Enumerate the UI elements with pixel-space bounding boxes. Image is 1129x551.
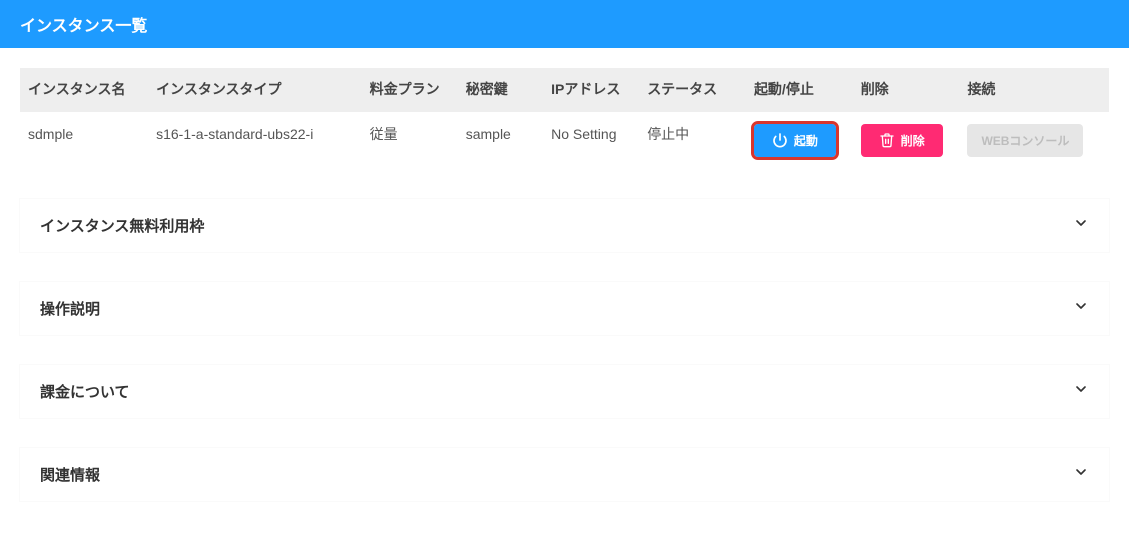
page-title: インスタンス一覧 [20, 18, 147, 35]
col-header-delete: 削除 [853, 68, 960, 112]
cell-plan: 従量 [362, 112, 458, 169]
col-header-plan: 料金プラン [362, 68, 458, 112]
accordion-label: 操作説明 [40, 298, 100, 319]
accordion-label: 課金について [40, 381, 130, 402]
col-header-type: インスタンスタイプ [148, 68, 362, 112]
web-console-button[interactable]: WEBコンソール [967, 124, 1083, 157]
col-header-name: インスタンス名 [20, 68, 148, 112]
accordion-label: 関連情報 [40, 464, 100, 485]
col-header-ip: IPアドレス [543, 68, 639, 112]
accordion-group: インスタンス無料利用枠 操作説明 課金について [20, 199, 1109, 501]
page-header: インスタンス一覧 [0, 0, 1129, 48]
instance-table: インスタンス名 インスタンスタイプ 料金プラン 秘密鍵 IPアドレス ステータス… [20, 68, 1109, 169]
web-console-button-label: WEBコンソール [981, 132, 1069, 149]
cell-status: 停止中 [639, 112, 746, 169]
delete-button-label: 削除 [901, 132, 925, 149]
delete-button[interactable]: 削除 [861, 124, 943, 157]
accordion-label: インスタンス無料利用枠 [40, 215, 204, 236]
accordion-instructions[interactable]: 操作説明 [20, 282, 1109, 335]
chevron-down-icon [1073, 381, 1089, 401]
cell-name: sdmple [20, 112, 148, 169]
cell-type: s16-1-a-standard-ubs22-i [148, 112, 362, 169]
chevron-down-icon [1073, 215, 1089, 235]
table-header-row: インスタンス名 インスタンスタイプ 料金プラン 秘密鍵 IPアドレス ステータス… [20, 68, 1109, 112]
cell-key: sample [458, 112, 543, 169]
table-row: sdmple s16-1-a-standard-ubs22-i 従量 sampl… [20, 112, 1109, 169]
start-button[interactable]: 起動 [754, 124, 836, 157]
power-icon [772, 132, 788, 148]
col-header-startstop: 起動/停止 [746, 68, 853, 112]
chevron-down-icon [1073, 464, 1089, 484]
accordion-free-tier[interactable]: インスタンス無料利用枠 [20, 199, 1109, 252]
trash-icon [879, 132, 895, 148]
accordion-related-info[interactable]: 関連情報 [20, 448, 1109, 501]
col-header-connect: 接続 [959, 68, 1109, 112]
chevron-down-icon [1073, 298, 1089, 318]
col-header-key: 秘密鍵 [458, 68, 543, 112]
start-button-label: 起動 [794, 132, 818, 149]
accordion-billing[interactable]: 課金について [20, 365, 1109, 418]
cell-ip: No Setting [543, 112, 639, 169]
col-header-status: ステータス [639, 68, 746, 112]
